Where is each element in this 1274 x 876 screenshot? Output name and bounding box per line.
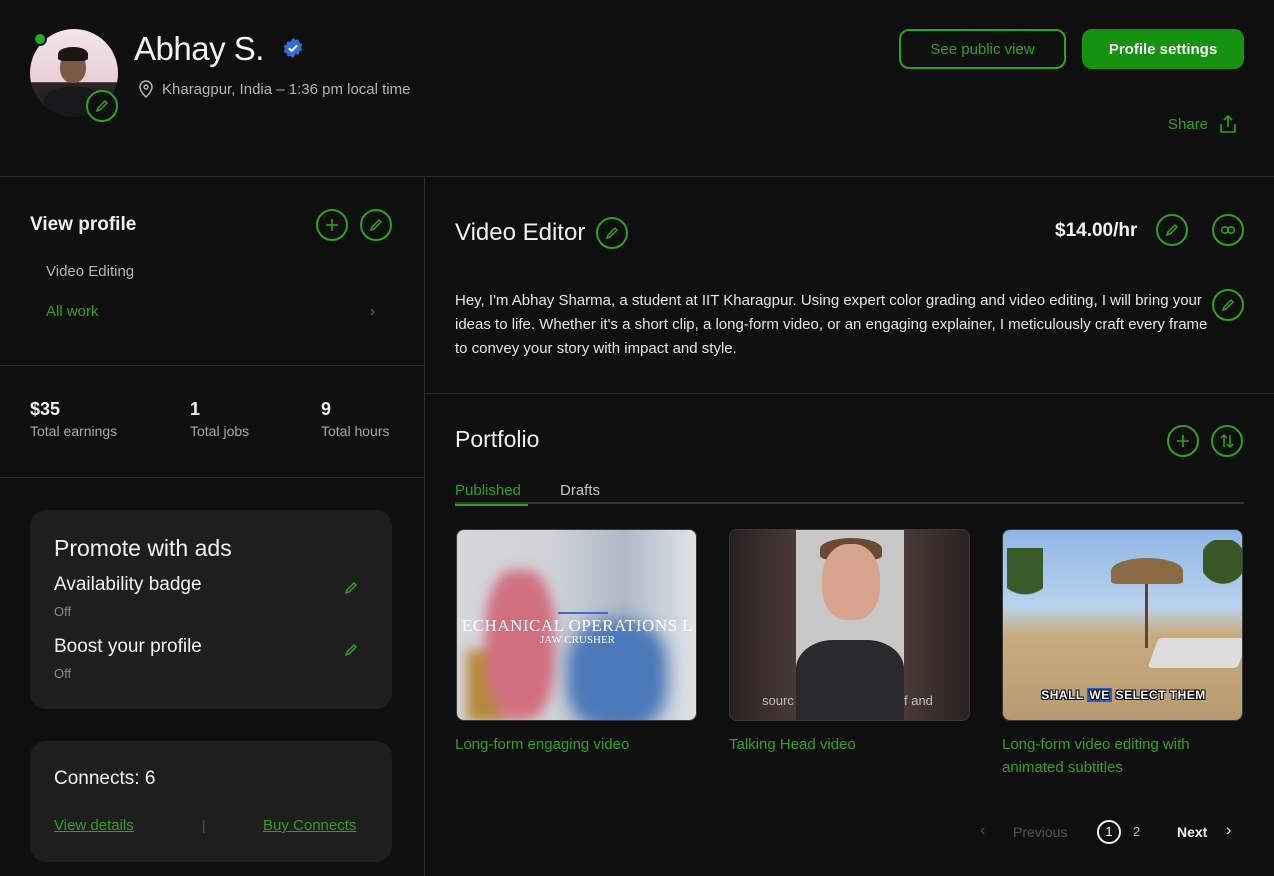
chevron-left-icon[interactable]: ‹ bbox=[980, 822, 985, 840]
divider: | bbox=[202, 817, 206, 833]
online-status-dot bbox=[33, 32, 47, 46]
hourly-rate: $14.00/hr bbox=[1055, 220, 1138, 241]
edit-icon bbox=[95, 99, 109, 113]
promote-ads-card: Promote with ads Availability badge Off … bbox=[30, 510, 392, 709]
boost-profile-label: Boost your profile bbox=[54, 636, 202, 657]
connects-count: Connects: 6 bbox=[54, 768, 156, 789]
stat-label: Total earnings bbox=[30, 423, 118, 439]
boost-profile-status: Off bbox=[54, 666, 72, 681]
location-text: Kharagpur, India – 1:36 pm local time bbox=[162, 80, 411, 98]
profile-settings-button[interactable]: Profile settings bbox=[1082, 29, 1244, 69]
sort-icon bbox=[1220, 433, 1234, 449]
connects-card: Connects: 6 View details | Buy Connects bbox=[30, 741, 392, 862]
pagination: ‹ Previous 1 2 Next › bbox=[980, 820, 1244, 844]
view-profile-title: View profile bbox=[30, 214, 137, 235]
stat-total-hours: 9 Total hours bbox=[321, 399, 389, 439]
thumbnail-caption: f and bbox=[904, 693, 933, 708]
thumbnail-text: JAW CRUSHER bbox=[539, 634, 615, 646]
next-page-button[interactable]: Next bbox=[1177, 824, 1207, 840]
profile-bio: Hey, I'm Abhay Sharma, a student at IIT … bbox=[455, 292, 1208, 357]
promote-title: Promote with ads bbox=[54, 535, 232, 561]
edit-icon bbox=[369, 218, 383, 232]
share-button[interactable]: Share bbox=[1168, 114, 1238, 134]
edit-icon bbox=[1221, 298, 1235, 312]
portfolio-thumbnail[interactable]: sourc f and bbox=[729, 529, 970, 721]
profile-name: Abhay S. bbox=[134, 30, 264, 67]
thumbnail-caption: sourc bbox=[762, 693, 794, 708]
chevron-right-icon[interactable]: › bbox=[1226, 822, 1231, 840]
edit-rate-button[interactable] bbox=[1156, 214, 1188, 246]
share-label: Share bbox=[1168, 115, 1209, 133]
add-specialized-profile-button[interactable] bbox=[316, 209, 348, 241]
availability-badge-status: Off bbox=[54, 604, 72, 619]
edit-icon bbox=[1165, 223, 1179, 237]
profile-header: Abhay S. Kharagpur, India – 1:36 pm loca… bbox=[0, 0, 1274, 177]
previous-page-button[interactable]: Previous bbox=[1013, 824, 1067, 840]
availability-badge-label: Availability badge bbox=[54, 574, 202, 595]
edit-bio-button[interactable] bbox=[1212, 289, 1244, 321]
stat-total-jobs: 1 Total jobs bbox=[190, 399, 249, 439]
thumbnail-caption: SHALL WE SELECT THEM bbox=[1041, 688, 1206, 702]
verified-icon bbox=[283, 37, 303, 59]
edit-icon[interactable] bbox=[343, 642, 359, 658]
edit-icon[interactable] bbox=[343, 580, 359, 596]
add-portfolio-button[interactable] bbox=[1167, 425, 1199, 457]
see-public-view-button[interactable]: See public view bbox=[899, 29, 1066, 69]
portfolio-item-title[interactable]: Long-form video editing with animated su… bbox=[1002, 733, 1243, 779]
stats-section: $35 Total earnings 1 Total jobs 9 Total … bbox=[0, 366, 424, 478]
location-pin-icon bbox=[139, 80, 153, 98]
copy-link-button[interactable] bbox=[1212, 214, 1244, 246]
page-1-button[interactable]: 1 bbox=[1097, 820, 1121, 844]
portfolio-thumbnail[interactable]: ECHANICAL OPERATIONS L JAW CRUSHER bbox=[456, 529, 697, 721]
stat-value: 9 bbox=[321, 399, 332, 419]
portfolio-thumbnail[interactable]: SHALL WE SELECT THEM bbox=[1002, 529, 1243, 721]
avatar-edit-button[interactable] bbox=[86, 90, 118, 122]
tab-published[interactable]: Published bbox=[455, 482, 528, 506]
portfolio-title: Portfolio bbox=[455, 426, 540, 452]
sidebar-item-video-editing[interactable]: Video Editing bbox=[46, 263, 134, 280]
tab-drafts[interactable]: Drafts bbox=[560, 482, 600, 499]
stat-label: Total hours bbox=[321, 423, 390, 439]
edit-profiles-button[interactable] bbox=[360, 209, 392, 241]
portfolio-tabs: Published Drafts bbox=[455, 480, 1244, 506]
location-info: Kharagpur, India – 1:36 pm local time bbox=[138, 80, 410, 98]
portfolio-item-title[interactable]: Long-form engaging video bbox=[455, 733, 696, 756]
buy-connects-link[interactable]: Buy Connects bbox=[263, 817, 356, 834]
chevron-right-icon[interactable]: › bbox=[370, 303, 375, 320]
profile-title: Video Editor bbox=[455, 219, 586, 246]
stat-value: $35 bbox=[30, 399, 61, 419]
profile-title-section: Video Editor $14.00/hr Hey, I'm Abhay Sh… bbox=[425, 177, 1274, 394]
stat-total-earnings: $35 Total earnings bbox=[30, 399, 117, 439]
edit-icon bbox=[605, 226, 619, 240]
reorder-portfolio-button[interactable] bbox=[1211, 425, 1243, 457]
edit-title-button[interactable] bbox=[596, 217, 628, 249]
stat-value: 1 bbox=[190, 399, 201, 419]
page-2-button[interactable]: 2 bbox=[1133, 824, 1140, 839]
thumbnail-text: ECHANICAL OPERATIONS L bbox=[461, 616, 694, 635]
sidebar: View profile Video Editing All work › $3… bbox=[0, 177, 425, 876]
sidebar-item-all-work[interactable]: All work bbox=[46, 303, 99, 320]
stat-label: Total jobs bbox=[190, 423, 250, 439]
portfolio-item-title[interactable]: Talking Head video bbox=[729, 733, 970, 756]
plus-icon bbox=[1177, 435, 1189, 447]
view-profile-section: View profile Video Editing All work › bbox=[0, 177, 424, 366]
plus-icon bbox=[326, 219, 338, 231]
view-details-link[interactable]: View details bbox=[54, 817, 134, 834]
share-icon bbox=[1220, 114, 1236, 133]
link-icon bbox=[1220, 226, 1236, 234]
